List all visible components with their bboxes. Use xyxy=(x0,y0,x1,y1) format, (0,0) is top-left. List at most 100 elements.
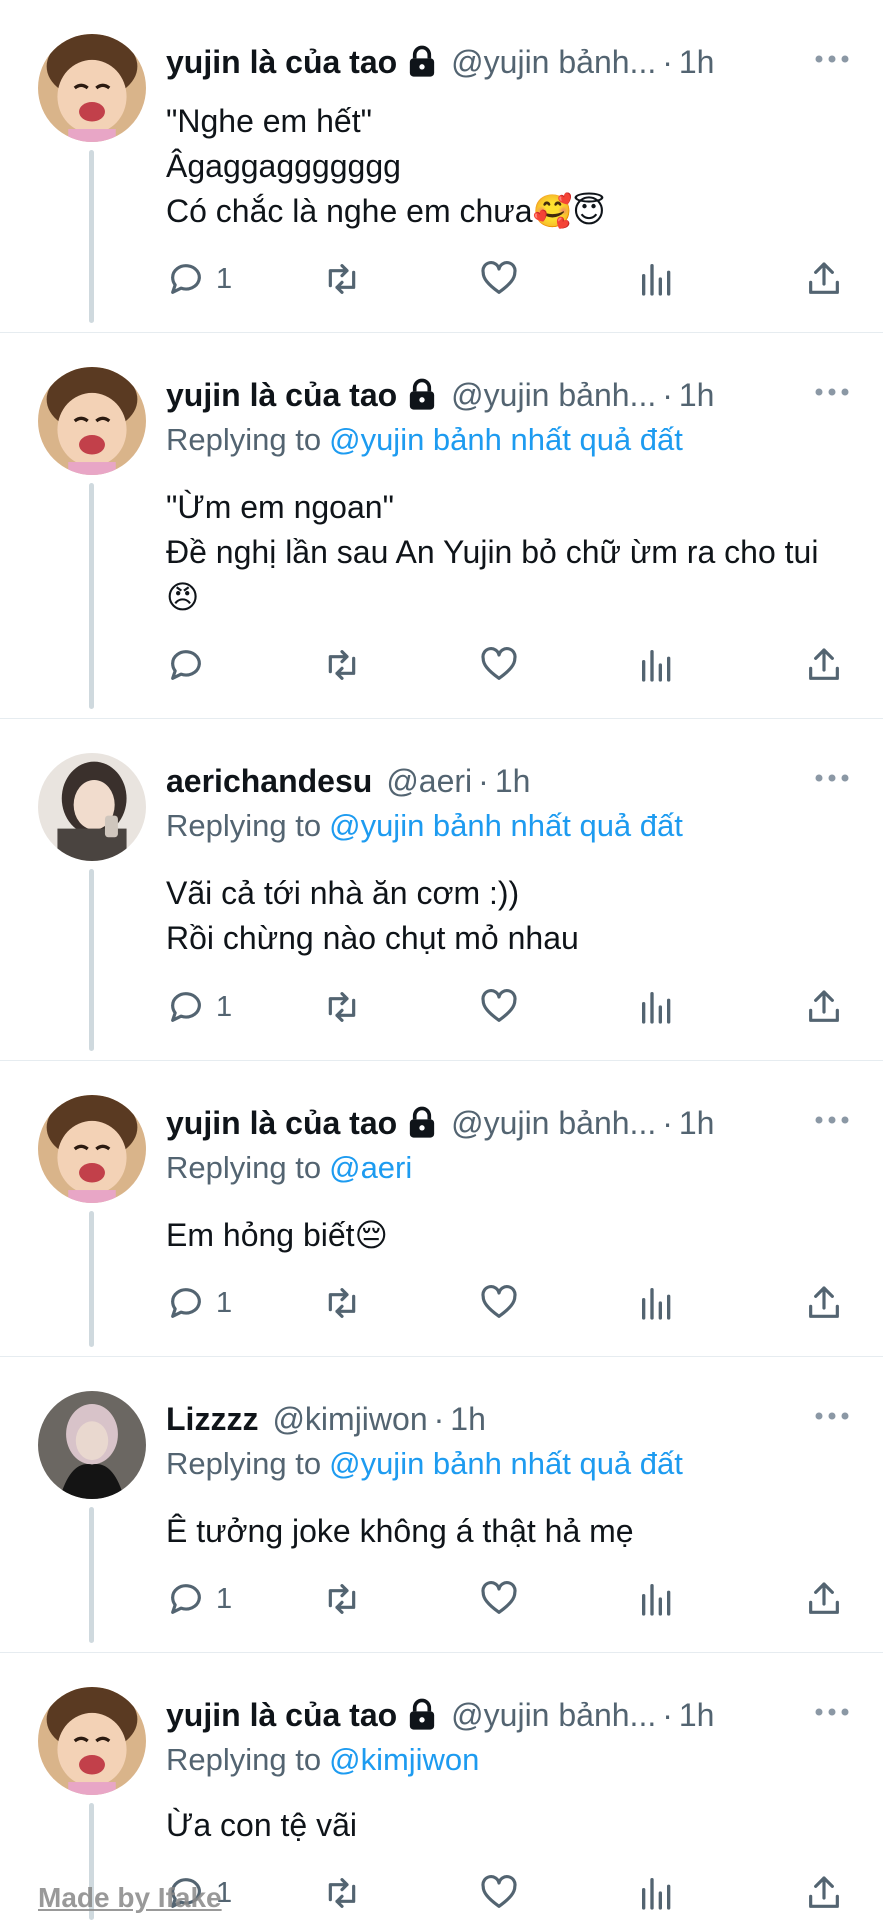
retweet-button[interactable] xyxy=(322,1871,362,1915)
replying-label: Replying to xyxy=(166,1446,322,1481)
views-button[interactable] xyxy=(637,1281,677,1325)
more-options-icon[interactable] xyxy=(815,773,849,783)
display-name[interactable]: yujin là của tao xyxy=(166,1105,397,1142)
heart-icon xyxy=(481,1875,517,1908)
replying-to-link[interactable]: @yujin bảnh nhất quả đất xyxy=(329,1446,683,1481)
reply-button[interactable]: 1 xyxy=(166,985,232,1029)
action-bar: 1 xyxy=(166,1577,847,1621)
timestamp[interactable]: 1h xyxy=(679,44,715,81)
retweet-button[interactable] xyxy=(322,1281,362,1325)
separator: · xyxy=(662,43,673,80)
views-button[interactable] xyxy=(637,257,677,301)
views-button[interactable] xyxy=(637,1577,677,1621)
views-button[interactable] xyxy=(637,1871,677,1915)
tweet-header: yujin là của tao @yujin bảnh... · 1h xyxy=(166,373,843,417)
display-name[interactable]: Lizzzz xyxy=(166,1401,258,1438)
handle[interactable]: @kimjiwon xyxy=(272,1401,427,1438)
views-button[interactable] xyxy=(637,985,677,1029)
replying-label: Replying to xyxy=(166,1150,322,1185)
more-options-icon[interactable] xyxy=(815,1707,849,1717)
reply-button[interactable]: 1 xyxy=(166,1577,232,1621)
share-button[interactable] xyxy=(804,1281,844,1325)
like-button[interactable] xyxy=(479,1871,519,1915)
tweet-body: Ừa con tệ vãi xyxy=(166,1807,357,1843)
reply-count: 1 xyxy=(216,1582,233,1615)
share-button[interactable] xyxy=(804,1871,844,1915)
display-name[interactable]: yujin là của tao xyxy=(166,377,397,414)
avatar[interactable] xyxy=(38,367,146,475)
replying-to-link[interactable]: @aeri xyxy=(329,1150,412,1185)
heart-icon xyxy=(481,1285,517,1318)
thread-line xyxy=(89,483,94,709)
retweet-icon xyxy=(328,992,356,1022)
more-options-icon[interactable] xyxy=(815,54,849,64)
lock-icon xyxy=(410,45,435,77)
timestamp[interactable]: 1h xyxy=(495,763,531,800)
timestamp[interactable]: 1h xyxy=(450,1401,486,1438)
tweet[interactable]: yujin là của tao @yujin bảnh... · 1h Rep… xyxy=(0,333,883,719)
timestamp[interactable]: 1h xyxy=(679,1697,715,1734)
handle[interactable]: @aeri xyxy=(386,763,472,800)
reply-button[interactable] xyxy=(166,643,216,687)
display-name[interactable]: yujin là của tao xyxy=(166,44,397,81)
tweet[interactable]: yujin là của tao @yujin bảnh... · 1h Rep… xyxy=(0,1061,883,1357)
retweet-button[interactable] xyxy=(322,985,362,1029)
replying-to-link[interactable]: @kimjiwon xyxy=(329,1742,479,1777)
replying-to-link[interactable]: @yujin bảnh nhất quả đất xyxy=(329,422,683,457)
action-bar: 1 xyxy=(166,1281,847,1325)
share-button[interactable] xyxy=(804,257,844,301)
separator: · xyxy=(433,1400,445,1437)
more-options-icon[interactable] xyxy=(815,1411,849,1421)
share-button[interactable] xyxy=(804,1577,844,1621)
tweet[interactable]: yujin là của tao @yujin bảnh... · 1h Rep… xyxy=(0,1653,883,1920)
tweet[interactable]: aerichandesu @aeri · 1h Replying to @yuji… xyxy=(0,719,883,1061)
like-button[interactable] xyxy=(479,985,519,1029)
handle[interactable]: @yujin bảnh... xyxy=(451,377,656,414)
replying-to-link[interactable]: @yujin bảnh nhất quả đất xyxy=(329,808,683,843)
like-button[interactable] xyxy=(479,257,519,301)
reply-button[interactable]: 1 xyxy=(166,257,232,301)
replying-to: Replying to @yujin bảnh nhất quả đất xyxy=(166,808,683,844)
reply-icon xyxy=(171,1584,201,1614)
avatar[interactable] xyxy=(38,1391,146,1499)
like-button[interactable] xyxy=(479,643,519,687)
retweet-button[interactable] xyxy=(322,257,362,301)
more-options-icon[interactable] xyxy=(815,1115,849,1125)
avatar[interactable] xyxy=(38,34,146,142)
timestamp[interactable]: 1h xyxy=(679,1105,715,1142)
separator: · xyxy=(478,762,489,799)
retweet-icon xyxy=(328,1288,356,1318)
share-button[interactable] xyxy=(804,985,844,1029)
avatar[interactable] xyxy=(38,1687,146,1795)
handle[interactable]: @yujin bảnh... xyxy=(451,1697,656,1734)
tweet[interactable]: yujin là của tao @yujin bảnh... · 1h "Ng… xyxy=(0,0,883,333)
replying-label: Replying to xyxy=(166,1742,322,1777)
replying-to: Replying to @kimjiwon xyxy=(166,1742,479,1778)
display-name[interactable]: yujin là của tao xyxy=(166,1697,397,1734)
heart-icon xyxy=(481,989,517,1022)
tweet-text: Ê tưởng joke không á thật hả mẹ xyxy=(166,1509,843,1554)
avatar[interactable] xyxy=(38,753,146,861)
like-button[interactable] xyxy=(479,1577,519,1621)
share-button[interactable] xyxy=(804,643,844,687)
thread-line xyxy=(89,869,94,1051)
handle[interactable]: @yujin bảnh... xyxy=(451,44,656,81)
lock-icon xyxy=(410,1106,435,1138)
retweet-button[interactable] xyxy=(322,1577,362,1621)
replying-to: Replying to @aeri xyxy=(166,1150,412,1186)
retweet-button[interactable] xyxy=(322,643,362,687)
handle[interactable]: @yujin bảnh... xyxy=(451,1105,656,1142)
tweet-thread: yujin là của tao @yujin bảnh... · 1h "Ng… xyxy=(0,0,883,1920)
reply-button[interactable]: 1 xyxy=(166,1281,232,1325)
more-options-icon[interactable] xyxy=(815,387,849,397)
like-button[interactable] xyxy=(479,1281,519,1325)
tweet-body: Vãi cả tới nhà ăn cơm :)) Rồi chừng nào … xyxy=(166,875,579,956)
tweet[interactable]: Lizzzz @kimjiwon · 1h Replying to @yujin … xyxy=(0,1357,883,1653)
reply-count: 1 xyxy=(216,990,233,1023)
timestamp[interactable]: 1h xyxy=(679,377,715,414)
reply-count: 1 xyxy=(216,1286,233,1319)
display-name[interactable]: aerichandesu xyxy=(166,763,372,800)
avatar[interactable] xyxy=(38,1095,146,1203)
thread-line xyxy=(89,150,94,323)
views-button[interactable] xyxy=(637,643,677,687)
